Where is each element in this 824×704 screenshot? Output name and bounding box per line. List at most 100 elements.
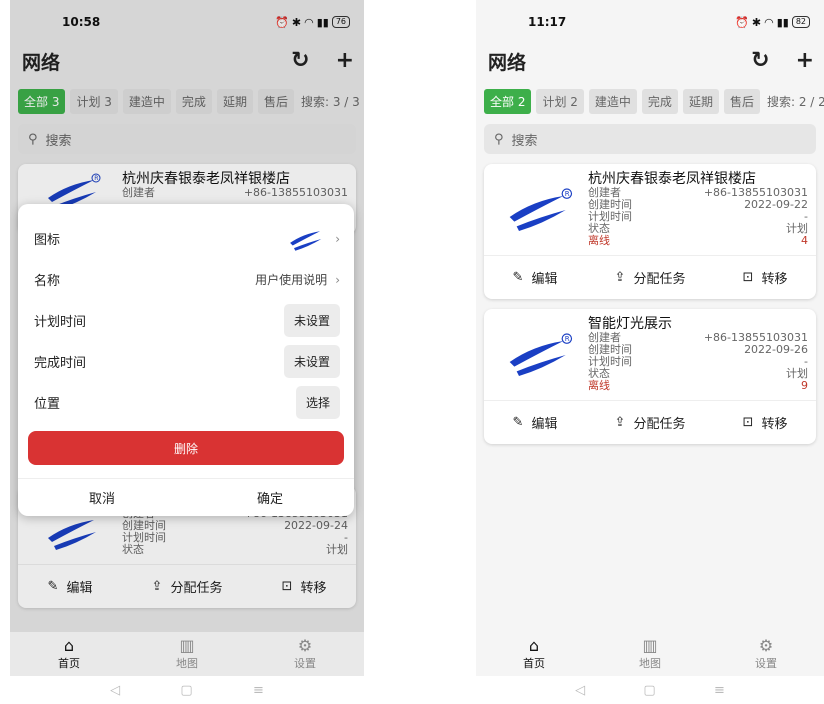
upload-icon: ⇪	[614, 270, 626, 285]
nav-map[interactable]: ▥ 地图	[157, 637, 217, 671]
card-actions: ✎ 编辑 ⇪ 分配任务 ⊡ 转移	[484, 255, 816, 299]
cancel-button[interactable]: 取消	[18, 479, 186, 516]
transfer-icon: ⊡	[742, 270, 754, 285]
name-row[interactable]: 名称 用户使用说明 ›	[18, 259, 354, 300]
edit-button[interactable]: ✎ 编辑	[513, 413, 558, 432]
assign-label: 分配任务	[633, 417, 686, 432]
alarm-icon: ⏰	[735, 15, 749, 29]
battery-icon: 82	[791, 16, 810, 28]
chevron-right-icon: ›	[335, 272, 340, 287]
nav-map[interactable]: ▥ 地图	[620, 637, 680, 671]
status-icons: ⏰ ✱ ◠ ▮▮ 82	[735, 16, 810, 29]
offline-count: 9	[801, 379, 808, 392]
card-title: 杭州庆春银泰老凤祥银楼店	[588, 171, 756, 187]
bottom-navigation: ⌂ 首页 ▥ 地图 ⚙ 设置	[476, 632, 824, 676]
home-square-icon[interactable]: ▢	[643, 683, 655, 698]
pencil-icon: ✎	[512, 270, 524, 285]
assign-label: 分配任务	[633, 272, 686, 287]
brand-logo: R	[492, 172, 588, 247]
menu-icon[interactable]: ≡	[714, 683, 725, 698]
upload-icon: ⇪	[614, 415, 626, 430]
network-card[interactable]: R 智能灯光展示 创建者 +86-13855103031 创建时间 2022-09-…	[484, 309, 816, 444]
card-title: 智能灯光展示	[588, 316, 672, 332]
location-label: 位置	[34, 397, 61, 412]
location-button[interactable]: 选择	[295, 386, 340, 419]
nav-home[interactable]: ⌂ 首页	[504, 637, 564, 671]
name-label: 名称	[34, 274, 61, 289]
menu-icon[interactable]: ≡	[253, 683, 264, 698]
brand-logo	[290, 230, 322, 251]
nav-map-label: 地图	[639, 657, 661, 670]
filter-chip-delayed[interactable]: 延期	[682, 88, 719, 114]
search-placeholder: 搜索	[511, 133, 538, 149]
brand-logo: R	[492, 317, 588, 392]
created-time-value: 2022-09-26	[744, 343, 808, 356]
delete-button[interactable]: 删除	[28, 431, 344, 465]
icon-label: 图标	[34, 233, 61, 248]
nav-settings-label: 设置	[755, 657, 777, 670]
filter-chip-building[interactable]: 建造中	[588, 88, 637, 114]
icon-row[interactable]: 图标 ›	[18, 218, 354, 259]
transfer-label: 转移	[761, 272, 788, 287]
system-navigation: ◁ ▢ ≡	[10, 676, 364, 704]
svg-text:R: R	[565, 190, 570, 198]
nav-home[interactable]: ⌂ 首页	[39, 637, 99, 671]
gear-icon: ⚙	[758, 636, 774, 655]
transfer-button[interactable]: ⊡ 转移	[743, 268, 788, 287]
confirm-button[interactable]: 确定	[186, 479, 354, 516]
nav-home-label: 首页	[523, 657, 545, 670]
transfer-button[interactable]: ⊡ 转移	[743, 413, 788, 432]
filter-chip-done[interactable]: 完成	[641, 88, 678, 114]
back-icon[interactable]: ◁	[575, 683, 585, 698]
search-input[interactable]: ⚲ 搜索	[484, 124, 816, 154]
location-row: 位置 选择	[18, 382, 354, 423]
right-phone-screen: 11:17 ⏰ ✱ ◠ ▮▮ 82 网络 ↻ + 全部 2 计划 2 建造中 完…	[476, 0, 824, 704]
back-icon[interactable]: ◁	[110, 683, 120, 698]
signal-icon: ▮▮	[776, 15, 789, 29]
filter-chip-plan[interactable]: 计划 2	[536, 88, 584, 114]
done-time-row: 完成时间 未设置	[18, 341, 354, 382]
name-value: 用户使用说明	[255, 273, 328, 287]
search-icon: ⚲	[494, 131, 504, 147]
transfer-icon: ⊡	[742, 415, 754, 430]
nav-settings[interactable]: ⚙ 设置	[275, 637, 335, 671]
edit-dialog: 图标 › 名称 用户使用说明 › 计划时间 未设置 完成时间 未设置 位置 选择 …	[18, 204, 354, 516]
nav-map-label: 地图	[176, 657, 198, 670]
filter-chip-aftersale[interactable]: 售后	[723, 88, 760, 114]
svg-text:R: R	[565, 335, 570, 343]
assign-task-button[interactable]: ⇪ 分配任务	[615, 413, 686, 432]
transfer-label: 转移	[761, 417, 788, 432]
offline-count: 4	[801, 234, 808, 247]
system-navigation: ◁ ▢ ≡	[476, 676, 824, 704]
done-time-button[interactable]: 未设置	[283, 345, 340, 378]
status-bar: 11:17 ⏰ ✱ ◠ ▮▮ 82	[476, 0, 824, 44]
edit-label: 编辑	[531, 417, 558, 432]
edit-label: 编辑	[531, 272, 558, 287]
offline-label: 离线	[588, 234, 610, 247]
plan-time-button[interactable]: 未设置	[283, 304, 340, 337]
map-icon: ▥	[642, 636, 658, 655]
assign-task-button[interactable]: ⇪ 分配任务	[615, 268, 686, 287]
status-time: 11:17	[528, 15, 567, 29]
home-square-icon[interactable]: ▢	[180, 683, 192, 698]
pencil-icon: ✎	[512, 415, 524, 430]
left-phone-screen: 10:58 ⏰ ✱ ◠ ▮▮ 76 网络 ↻ + 全部 3 计划 3 建造中 完…	[10, 0, 364, 704]
app-bar: 网络 ↻ +	[476, 44, 824, 78]
nav-settings-label: 设置	[294, 657, 316, 670]
card-actions: ✎ 编辑 ⇪ 分配任务 ⊡ 转移	[484, 400, 816, 444]
gear-icon: ⚙	[297, 636, 313, 655]
map-icon: ▥	[179, 636, 195, 655]
edit-button[interactable]: ✎ 编辑	[513, 268, 558, 287]
chevron-right-icon: ›	[335, 231, 340, 246]
add-icon[interactable]: +	[796, 50, 814, 72]
wifi-icon: ◠	[764, 15, 774, 29]
filter-bar: 全部 2 计划 2 建造中 完成 延期 售后 搜索: 2 / 2	[476, 88, 824, 114]
network-card[interactable]: R 杭州庆春银泰老凤祥银楼店 创建者 +86-13855103031 创建时间 20…	[484, 164, 816, 299]
filter-chip-all[interactable]: 全部 2	[484, 88, 532, 114]
home-icon: ⌂	[63, 636, 75, 655]
nav-settings[interactable]: ⚙ 设置	[736, 637, 796, 671]
bluetooth-icon: ✱	[751, 15, 762, 29]
home-icon: ⌂	[528, 636, 540, 655]
refresh-icon[interactable]: ↻	[751, 50, 769, 72]
search-count: 搜索: 2 / 2	[766, 94, 824, 109]
